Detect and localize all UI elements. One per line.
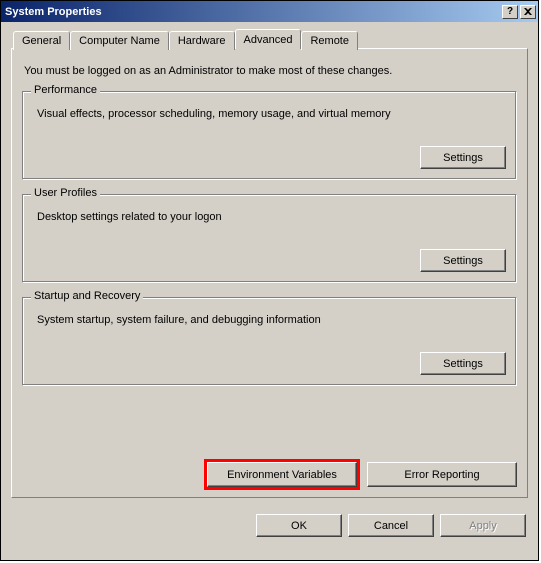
tab-strip: General Computer Name Hardware Advanced … (11, 30, 528, 49)
startup-recovery-settings-button[interactable]: Settings (420, 352, 506, 375)
error-reporting-button[interactable]: Error Reporting (367, 462, 517, 487)
startup-recovery-desc: System startup, system failure, and debu… (37, 314, 506, 326)
close-button[interactable] (520, 5, 536, 19)
titlebar: System Properties ? (1, 1, 538, 22)
dialog-footer: OK Cancel Apply (1, 506, 538, 547)
ok-button[interactable]: OK (256, 514, 342, 537)
user-profiles-group: User Profiles Desktop settings related t… (22, 194, 517, 283)
content-area: General Computer Name Hardware Advanced … (1, 22, 538, 506)
performance-group: Performance Visual effects, processor sc… (22, 91, 517, 180)
environment-variables-button[interactable]: Environment Variables (207, 462, 357, 487)
user-profiles-settings-button[interactable]: Settings (420, 249, 506, 272)
user-profiles-legend: User Profiles (31, 187, 100, 199)
tab-remote[interactable]: Remote (301, 31, 358, 50)
system-properties-dialog: System Properties ? General Computer Nam… (0, 0, 539, 561)
help-button[interactable]: ? (502, 5, 518, 19)
startup-recovery-legend: Startup and Recovery (31, 290, 143, 302)
tab-computer-name[interactable]: Computer Name (70, 31, 169, 50)
panel-bottom-buttons: Environment Variables Error Reporting (207, 462, 517, 487)
performance-settings-button[interactable]: Settings (420, 146, 506, 169)
performance-legend: Performance (31, 84, 100, 96)
apply-button[interactable]: Apply (440, 514, 526, 537)
tab-hardware[interactable]: Hardware (169, 31, 235, 50)
window-title: System Properties (3, 6, 500, 18)
advanced-panel: You must be logged on as an Administrato… (11, 48, 528, 498)
tab-general[interactable]: General (13, 31, 70, 50)
cancel-button[interactable]: Cancel (348, 514, 434, 537)
user-profiles-desc: Desktop settings related to your logon (37, 211, 506, 223)
performance-desc: Visual effects, processor scheduling, me… (37, 108, 506, 120)
startup-recovery-group: Startup and Recovery System startup, sys… (22, 297, 517, 386)
intro-text: You must be logged on as an Administrato… (24, 65, 515, 77)
close-icon (524, 8, 532, 15)
tab-advanced[interactable]: Advanced (235, 29, 302, 49)
